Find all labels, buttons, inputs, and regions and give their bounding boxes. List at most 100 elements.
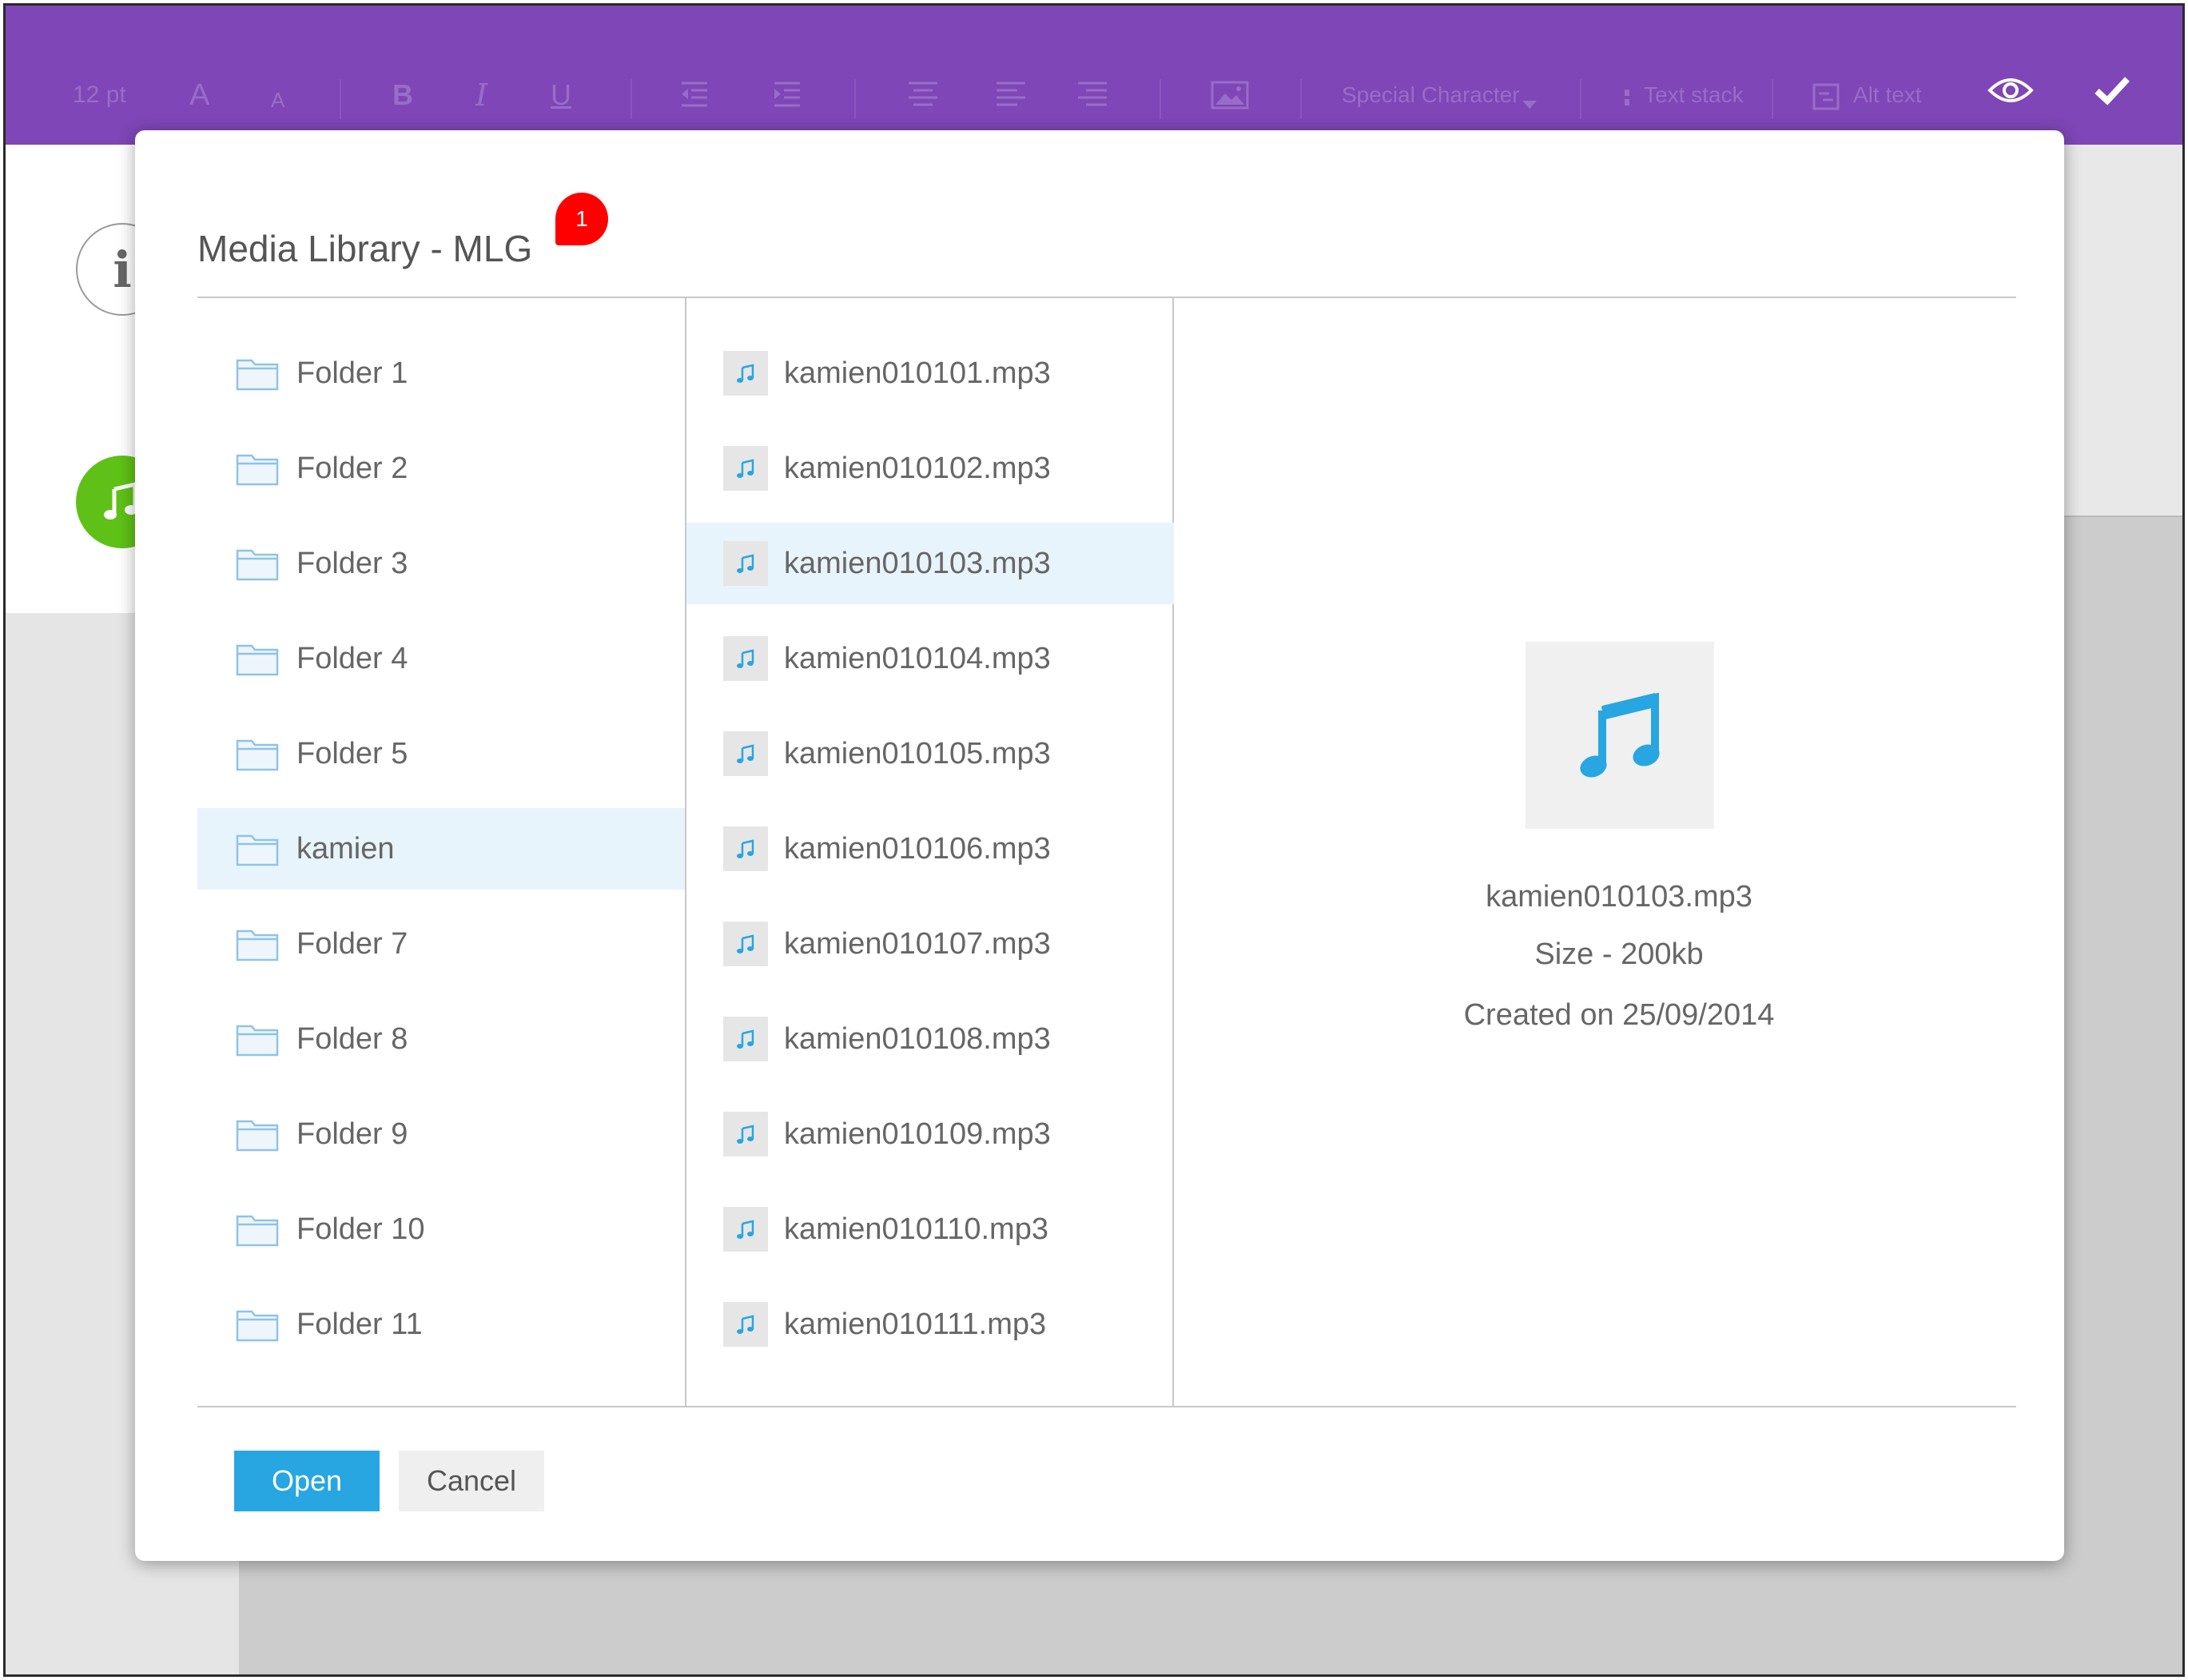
toolbar-divider	[1300, 79, 1302, 119]
align-center-icon[interactable]	[907, 79, 939, 111]
audio-file-icon	[723, 1017, 768, 1061]
toolbar-divider	[340, 79, 341, 119]
text-stack-button[interactable]: Text stack	[1644, 79, 1743, 111]
indent-icon[interactable]	[771, 79, 803, 111]
outdent-icon[interactable]	[678, 79, 710, 111]
folder-label: Folder 4	[296, 641, 408, 675]
folder-icon	[236, 1025, 279, 1057]
alt-text-icon	[1812, 83, 1840, 110]
folder-icon	[236, 930, 279, 961]
folder-label: Folder 10	[296, 1212, 425, 1246]
folder-icon	[236, 739, 279, 771]
folder-label: Folder 2	[296, 451, 408, 485]
font-size-select[interactable]: 12 pt	[73, 79, 126, 111]
dialog-title: Media Library - MLG	[197, 228, 533, 269]
editor-toolbar: 12 pt A A B I U Special Character Text s…	[6, 6, 2182, 145]
folder-item[interactable]: Folder 8	[197, 998, 685, 1080]
preview-created-date: Created on 25/09/2014	[1463, 998, 1775, 1032]
folder-label: Folder 9	[296, 1117, 408, 1151]
folder-item[interactable]: Folder 1	[197, 332, 685, 414]
eye-icon[interactable]	[1987, 74, 2034, 106]
file-item[interactable]: kamien010110.mp3	[686, 1188, 1174, 1270]
preview-filename: kamien010103.mp3	[1486, 880, 1752, 914]
file-label: kamien010106.mp3	[784, 831, 1051, 866]
audio-file-icon	[723, 1112, 768, 1156]
folder-item[interactable]: Folder 3	[197, 523, 685, 604]
chevron-down-icon	[1522, 101, 1537, 109]
folder-label: Folder 11	[296, 1307, 423, 1341]
file-item[interactable]: kamien010101.mp3	[686, 332, 1174, 414]
alt-text-button[interactable]: Alt text	[1853, 79, 1922, 111]
folder-item[interactable]: Folder 4	[197, 618, 685, 699]
toolbar-divider	[631, 79, 632, 119]
file-label: kamien010108.mp3	[784, 1021, 1051, 1056]
text-stack-icon	[1625, 90, 1629, 105]
audio-file-icon	[723, 731, 768, 776]
notification-badge: 1	[555, 193, 608, 245]
file-item[interactable]: kamien010107.mp3	[686, 903, 1174, 985]
folder-label: Folder 5	[296, 736, 408, 770]
file-label: kamien010105.mp3	[784, 736, 1051, 770]
audio-file-icon	[723, 636, 768, 681]
folder-item[interactable]: Folder 2	[197, 428, 685, 509]
file-label: kamien010102.mp3	[784, 451, 1051, 485]
audio-file-icon	[723, 826, 768, 871]
audio-file-icon	[723, 446, 768, 491]
toolbar-divider	[854, 79, 856, 119]
editor-panel-right	[2064, 145, 2182, 517]
audio-file-icon	[723, 541, 768, 586]
file-item[interactable]: kamien010106.mp3	[686, 808, 1174, 890]
folder-label: Folder 7	[296, 926, 408, 961]
file-item[interactable]: kamien010111.mp3	[686, 1284, 1174, 1365]
music-note-icon	[1580, 692, 1660, 778]
folder-label: Folder 3	[296, 546, 408, 580]
folder-label: Folder 1	[296, 356, 408, 390]
audio-file-icon	[723, 1302, 768, 1347]
file-label: kamien010111.mp3	[784, 1307, 1047, 1341]
app-window: 12 pt A A B I U Special Character Text s…	[3, 3, 2185, 1677]
file-item[interactable]: kamien010102.mp3	[686, 428, 1174, 509]
open-button[interactable]: Open	[234, 1451, 380, 1511]
italic-button[interactable]: I	[475, 79, 487, 111]
file-item[interactable]: kamien010109.mp3	[686, 1093, 1174, 1175]
font-shrink-button[interactable]: A	[271, 84, 284, 116]
folder-label: kamien	[296, 831, 395, 866]
file-item[interactable]: kamien010103.mp3	[686, 523, 1174, 604]
folder-item[interactable]: Folder 11	[197, 1284, 685, 1365]
file-label: kamien010104.mp3	[784, 641, 1051, 675]
folder-item[interactable]: Folder 7	[197, 903, 685, 985]
media-library-dialog: Media Library - MLG 1 Folder 1 Folder 2 Fo…	[135, 130, 2064, 1561]
folder-icon	[236, 834, 279, 866]
folder-item[interactable]: Folder 9	[197, 1093, 685, 1175]
align-right-icon[interactable]	[1076, 79, 1108, 111]
folder-item[interactable]: kamien	[197, 808, 685, 890]
image-icon[interactable]	[1211, 79, 1249, 111]
folder-icon	[236, 1310, 279, 1342]
audio-file-icon	[723, 351, 768, 396]
cancel-button[interactable]: Cancel	[399, 1451, 544, 1511]
file-preview-thumbnail	[1526, 642, 1714, 829]
preview-size: Size - 200kb	[1534, 938, 1704, 971]
file-label: kamien010101.mp3	[784, 356, 1051, 390]
align-left-icon[interactable]	[995, 79, 1027, 111]
toolbar-divider	[1160, 79, 1161, 119]
special-character-dropdown[interactable]: Special Character	[1342, 79, 1520, 111]
folder-icon	[236, 1120, 279, 1152]
folder-item[interactable]: Folder 10	[197, 1188, 685, 1270]
bold-button[interactable]: B	[392, 79, 413, 111]
checkmark-icon[interactable]	[2093, 74, 2131, 106]
file-item[interactable]: kamien010104.mp3	[686, 618, 1174, 699]
audio-file-icon	[723, 922, 768, 966]
toolbar-divider	[1772, 79, 1773, 119]
folder-icon	[236, 454, 279, 486]
footer-divider	[197, 1406, 2016, 1407]
underline-button[interactable]: U	[551, 79, 571, 111]
file-item[interactable]: kamien010105.mp3	[686, 713, 1174, 794]
font-grow-button[interactable]: A	[189, 79, 209, 111]
header-divider	[197, 297, 2016, 298]
folder-item[interactable]: Folder 5	[197, 713, 685, 794]
audio-file-icon	[723, 1207, 768, 1252]
folder-icon	[236, 549, 279, 581]
file-label: kamien010107.mp3	[784, 926, 1051, 961]
file-item[interactable]: kamien010108.mp3	[686, 998, 1174, 1080]
